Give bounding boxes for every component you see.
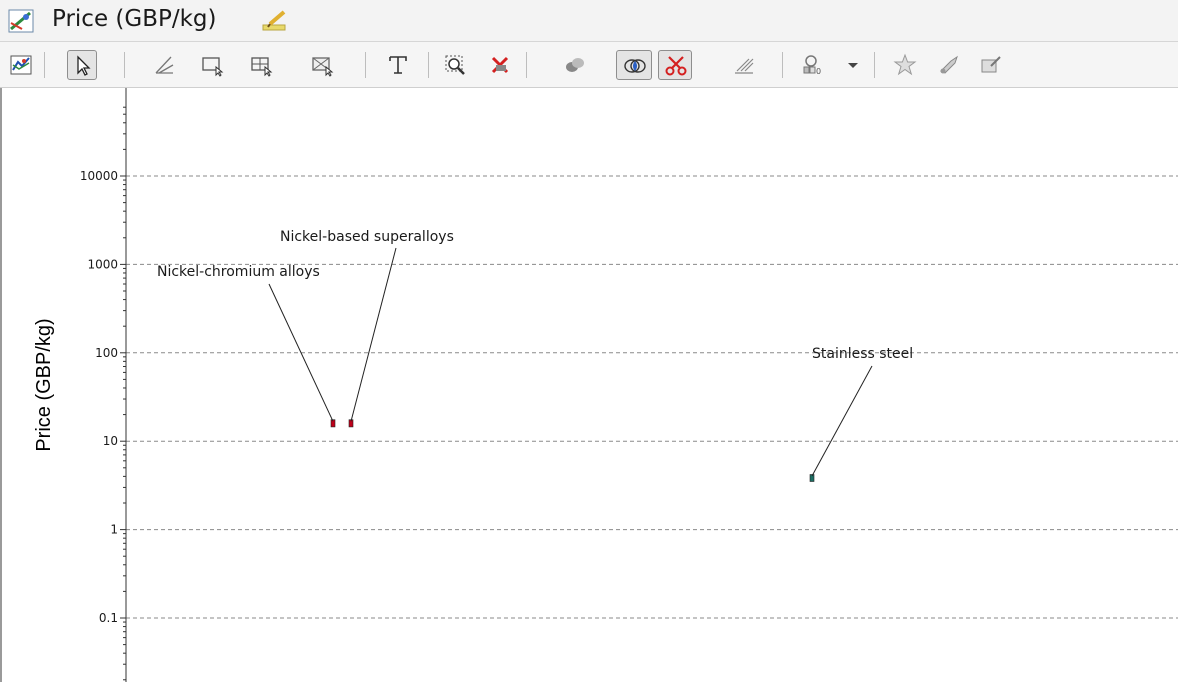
export-icon	[981, 56, 1001, 73]
annotation-label[interactable]: Nickel-based superalloys	[280, 229, 454, 245]
chart-canvas: 10000 1000 100 10 1 0.1 Price (GBP/kg) Nickel…	[33, 88, 1178, 682]
favorite-button[interactable]	[890, 50, 920, 80]
find-materials-icon: 0	[803, 55, 821, 76]
annotation-leader-line	[350, 247, 397, 422]
y-tick-label: 1	[110, 523, 118, 537]
app-window: Price (GBP/kg) 0 10000 1000 100 10 1 0.1…	[0, 0, 1178, 682]
annotation-label[interactable]: Stainless steel	[812, 346, 913, 362]
edit-pencil-icon[interactable]	[262, 10, 288, 32]
y-tick-label: 100	[95, 346, 118, 360]
y-tick-label: 1000	[87, 257, 118, 271]
toolbar-separator	[428, 52, 429, 78]
y-tick-label: 10000	[80, 169, 118, 183]
chart-title: Price (GBP/kg)	[52, 6, 217, 32]
intersection-icon	[624, 59, 646, 73]
cut-scissors-icon	[665, 56, 687, 76]
overlap-bubbles-icon	[566, 58, 584, 72]
annotation-leader-line	[811, 365, 873, 477]
dropdown-arrow-icon	[848, 63, 858, 68]
export-button[interactable]	[976, 50, 1006, 80]
text-label-icon	[389, 56, 407, 74]
tree-selection-icon	[251, 57, 273, 77]
svg-text:0: 0	[816, 67, 821, 76]
annotation-label[interactable]: Nickel-chromium alloys	[157, 264, 320, 280]
find-materials-button[interactable]: 0	[798, 50, 828, 80]
delete-selection-icon	[491, 56, 509, 74]
toolbar-separator	[874, 52, 875, 78]
favorite-star-icon	[893, 53, 917, 76]
chart-toolbar: 0	[0, 42, 1178, 88]
chart-settings-button[interactable]	[6, 50, 36, 80]
text-label-button[interactable]	[383, 50, 413, 80]
line-selection-button[interactable]	[150, 50, 180, 80]
y-tick-label: 10	[103, 434, 118, 448]
envelope-selection-icon	[312, 57, 334, 77]
tree-selection-button[interactable]	[247, 50, 277, 80]
box-selection-icon	[202, 57, 224, 77]
eraser-icon	[940, 55, 958, 74]
overlap-bubbles-button[interactable]	[560, 50, 590, 80]
zoom-icon	[445, 55, 465, 75]
toolbar-separator	[526, 52, 527, 78]
chart-plot-area[interactable]: 10000 1000 100 10 1 0.1 Price (GBP/kg) Nickel…	[0, 88, 1178, 682]
select-pointer-button[interactable]	[67, 50, 97, 80]
chart-settings-icon	[10, 55, 32, 75]
cut-scissors-button[interactable]	[658, 50, 692, 80]
find-materials-dropdown[interactable]	[844, 50, 862, 80]
line-selection-icon	[155, 56, 174, 74]
toolbar-separator	[782, 52, 783, 78]
chart-icon	[8, 9, 34, 33]
hatch-area-icon	[735, 58, 754, 74]
y-axis-label: Price (GBP/kg)	[33, 318, 55, 451]
intersection-button[interactable]	[616, 50, 652, 80]
chart-title-bar: Price (GBP/kg)	[0, 0, 1178, 42]
select-pointer-icon	[77, 55, 91, 76]
toolbar-separator	[365, 52, 366, 78]
y-tick-label: 0.1	[99, 611, 118, 625]
delete-selection-button[interactable]	[485, 50, 515, 80]
toolbar-separator	[124, 52, 125, 78]
hatch-area-button[interactable]	[730, 50, 760, 80]
toolbar-separator	[44, 52, 45, 78]
zoom-button[interactable]	[441, 50, 471, 80]
envelope-selection-button[interactable]	[308, 50, 338, 80]
box-selection-button[interactable]	[198, 50, 228, 80]
eraser-button[interactable]	[934, 50, 964, 80]
